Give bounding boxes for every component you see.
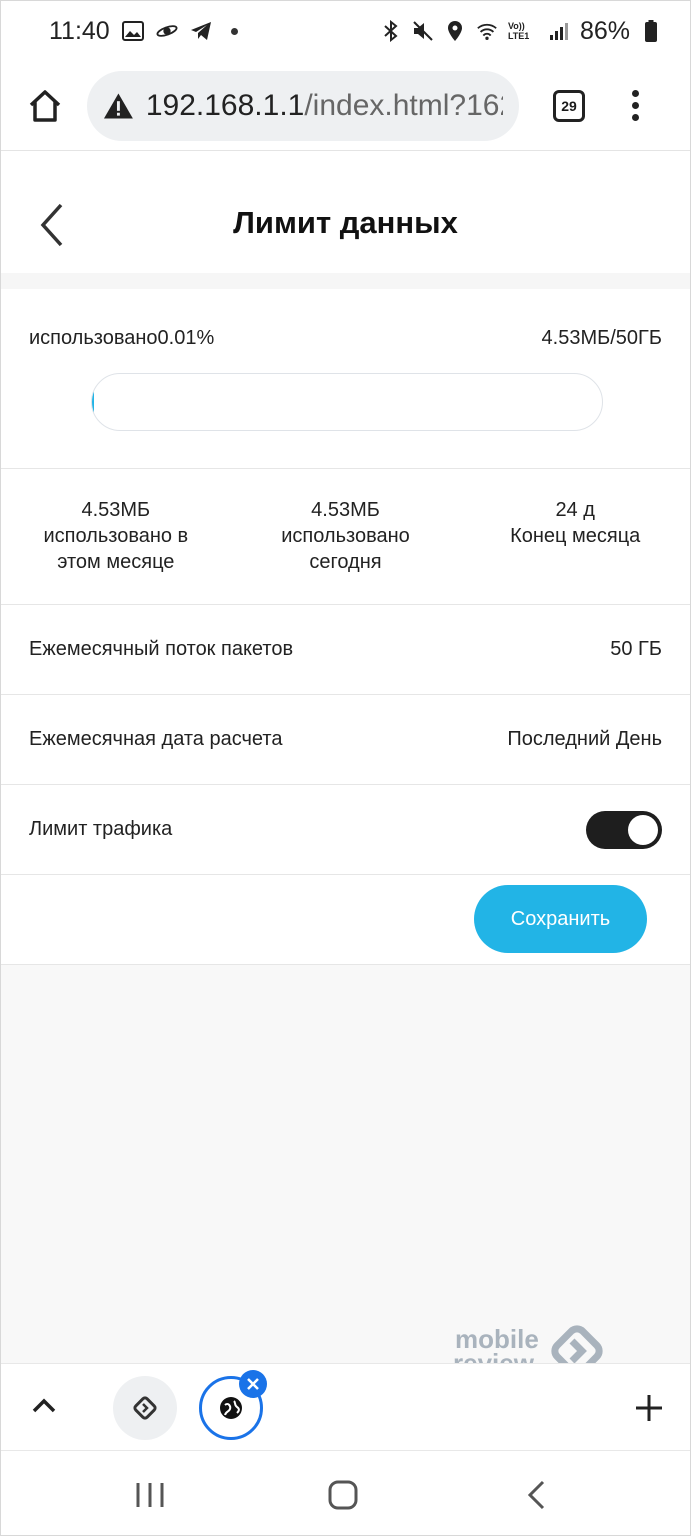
stat-today-label: использовано сегодня <box>281 525 410 573</box>
monthly-flow-value[interactable]: 50 ГБ <box>610 638 662 661</box>
url-host: 192.168.1.1 <box>145 88 305 122</box>
dot-icon <box>224 20 246 42</box>
bluetooth-icon <box>380 20 402 42</box>
warning-icon[interactable] <box>103 92 134 120</box>
location-icon <box>444 20 466 42</box>
billing-date-label: Ежемесячная дата расчета <box>29 728 283 750</box>
used-of-total: 4.53МБ/50ГБ <box>541 327 662 349</box>
browser-menu-button[interactable] <box>629 90 641 121</box>
nav-back-icon[interactable] <box>525 1479 547 1511</box>
router-diamond-icon <box>133 1396 157 1420</box>
billing-date-row[interactable]: Ежемесячная дата расчета Последний День <box>1 695 690 785</box>
page-header: Лимит данных <box>1 153 690 273</box>
kebab-dot <box>631 102 639 109</box>
usage-stats: 4.53МБ использовано в этом месяце 4.53МБ… <box>1 469 690 605</box>
gallery-icon <box>121 20 144 42</box>
planet-icon <box>156 20 178 42</box>
toggle-knob <box>628 814 658 845</box>
stat-month-label: использовано в этом месяце <box>43 525 189 573</box>
stat-today: 4.53МБ использовано сегодня <box>231 469 461 604</box>
url-path: /index.html?162 <box>304 88 503 122</box>
status-bar: 11:40 Vo)) LTE1 86% <box>1 1 690 61</box>
stat-month-end-value: 24 д <box>555 499 595 521</box>
monthly-flow-label: Ежемесячный поток пакетов <box>29 638 294 660</box>
signal-icon <box>548 20 570 42</box>
used-percent-label: использовано0.01% <box>29 327 215 349</box>
telegram-icon <box>190 20 212 42</box>
wifi-icon <box>476 20 498 42</box>
stat-today-value: 4.53МБ <box>311 499 380 521</box>
battery-percent: 86% <box>579 16 630 45</box>
home-icon <box>29 89 61 122</box>
tab-switcher-button[interactable]: 29 <box>553 89 585 122</box>
traffic-limit-toggle[interactable] <box>586 810 662 849</box>
browser-toolbar: 192.168.1.1/index.html?162 29 <box>1 61 690 151</box>
recents-icon[interactable] <box>135 1481 165 1509</box>
address-bar[interactable]: 192.168.1.1/index.html?162 <box>87 70 519 141</box>
tab-count: 29 <box>561 97 577 114</box>
mute-icon <box>412 20 434 42</box>
battery-icon <box>640 20 662 42</box>
system-nav-bar <box>1 1451 690 1535</box>
tab-router[interactable] <box>113 1376 177 1440</box>
traffic-limit-row: Лимит трафика <box>1 785 690 875</box>
save-button[interactable]: Сохранить <box>474 885 647 953</box>
status-left: 11:40 <box>49 17 380 46</box>
back-arrow-icon[interactable] <box>37 201 67 249</box>
close-tab-button[interactable] <box>239 1370 267 1398</box>
kebab-dot <box>631 114 639 121</box>
billing-date-value[interactable]: Последний День <box>507 728 662 751</box>
usage-section: использовано0.01% 4.53МБ/50ГБ <box>1 289 690 469</box>
traffic-limit-label: Лимит трафика <box>29 818 173 840</box>
usage-progress-fill <box>92 374 94 430</box>
status-right: Vo)) LTE1 86% <box>380 17 662 46</box>
nav-home-icon[interactable] <box>327 1479 359 1511</box>
url-text[interactable]: 192.168.1.1/index.html?162 <box>146 89 503 123</box>
new-tab-plus-icon[interactable] <box>635 1394 663 1422</box>
browser-tab-bar <box>1 1363 690 1451</box>
save-area: Сохранить <box>1 875 690 965</box>
chevron-up-icon[interactable] <box>31 1396 57 1416</box>
volte-icon: Vo)) LTE1 <box>507 21 530 41</box>
stat-month: 4.53МБ использовано в этом месяце <box>1 469 231 604</box>
usage-progress-bar <box>91 373 603 431</box>
kebab-dot <box>631 90 639 97</box>
monthly-flow-row[interactable]: Ежемесячный поток пакетов 50 ГБ <box>1 605 690 695</box>
page-title: Лимит данных <box>233 205 458 240</box>
stat-month-end: 24 д Конец месяца <box>460 469 690 604</box>
status-time: 11:40 <box>49 16 110 45</box>
close-icon <box>247 1378 259 1390</box>
empty-content-area <box>1 965 690 1363</box>
stat-month-value: 4.53МБ <box>81 499 151 521</box>
stat-month-end-label: Конец месяца <box>510 525 641 547</box>
usage-summary: использовано0.01% 4.53МБ/50ГБ <box>29 327 662 350</box>
header-separator <box>1 273 690 289</box>
home-button[interactable] <box>21 82 69 130</box>
globe-icon <box>220 1397 242 1419</box>
